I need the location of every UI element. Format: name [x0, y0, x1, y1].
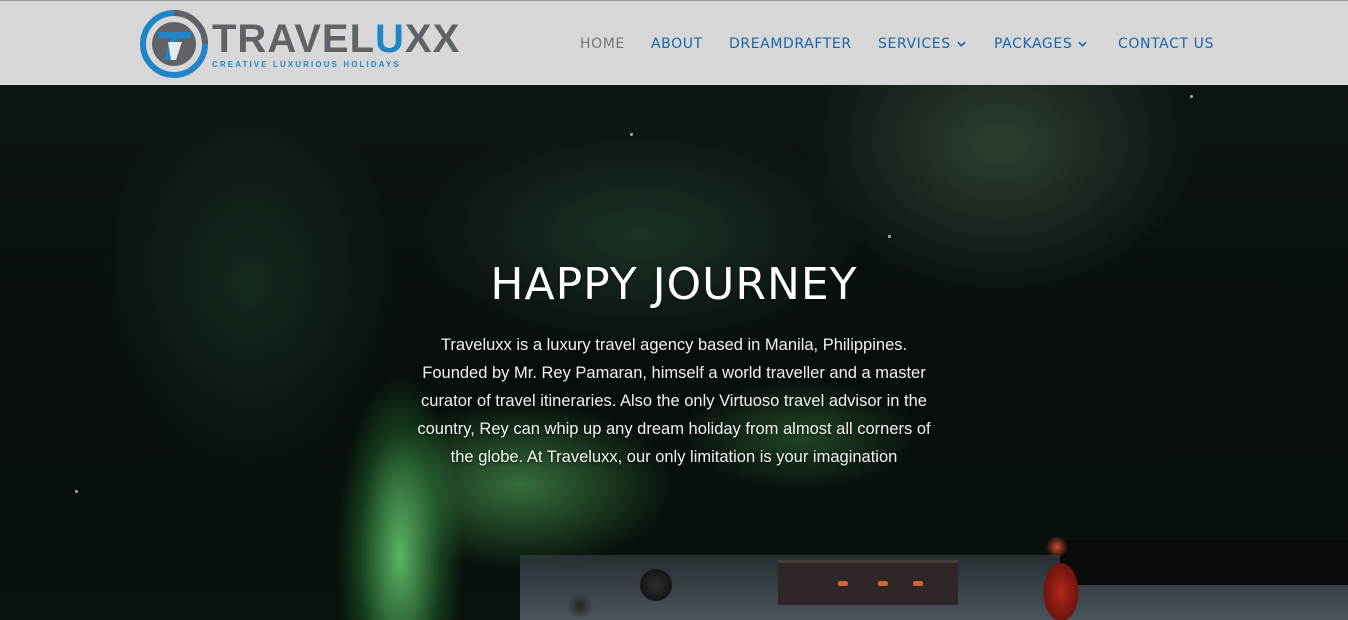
hero-content: HAPPY JOURNEY Traveluxx is a luxury trav…: [400, 255, 948, 471]
nav-contact-us[interactable]: CONTACT US: [1118, 35, 1214, 53]
chevron-down-icon: [957, 41, 966, 47]
nav-services[interactable]: SERVICES: [878, 35, 966, 53]
nav-home[interactable]: HOME: [580, 35, 625, 53]
chevron-down-icon: [1078, 41, 1087, 47]
site-header: TRAVELUXX CREATIVE LUXURIOUS HOLIDAYS HO…: [0, 0, 1348, 85]
nav-about[interactable]: ABOUT: [651, 35, 703, 53]
main-nav: HOME ABOUT DREAMDRAFTER SERVICES PACKAGE…: [0, 1, 1348, 86]
hero-title: HAPPY JOURNEY: [490, 259, 858, 310]
hero-description: Traveluxx is a luxury travel agency base…: [417, 336, 931, 466]
nav-dreamdrafter[interactable]: DREAMDRAFTER: [729, 35, 852, 53]
hero-section: HAPPY JOURNEY Traveluxx is a luxury trav…: [0, 85, 1348, 620]
nav-packages[interactable]: PACKAGES: [994, 35, 1087, 53]
